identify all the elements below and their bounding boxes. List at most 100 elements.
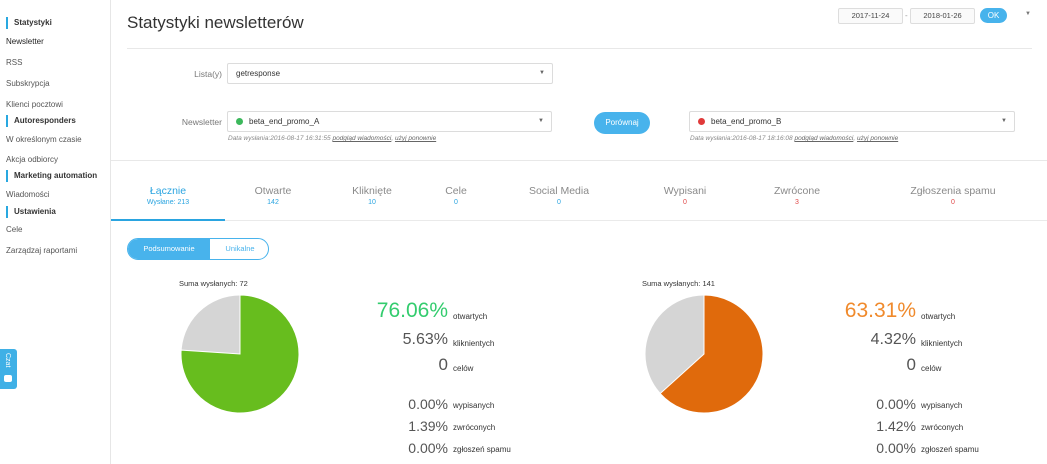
newsletter-b-value: beta_end_promo_B [711, 117, 782, 126]
list-select-value: getresponse [236, 69, 281, 78]
tab-label: Wypisani [663, 185, 707, 197]
tab-label: Otwarte [254, 185, 292, 197]
clicked-percent-b: 4.32% [870, 331, 916, 348]
sidebar-item-zarzadzaj-raportami[interactable]: Zarządzaj raportami [6, 246, 77, 255]
toggle-summary[interactable]: Podsumowanie [128, 239, 210, 259]
chat-tab[interactable]: Czat [0, 349, 17, 389]
send-date-a: Data wysłania:2016-08-17 16:31:55 [228, 135, 331, 142]
sidebar-item-subskrypcja[interactable]: Subskrypcja [6, 79, 50, 88]
tab-zgloszenia-spamu[interactable]: Zgłoszenia spamu 0 [890, 185, 1016, 206]
sidebar-item-wiadomosci[interactable]: Wiadomości [6, 190, 50, 199]
sidebar-section-ustawienia[interactable]: Ustawienia [6, 206, 56, 218]
spam-label-a: zgłoszeń spamu [453, 445, 511, 454]
tab-count: 142 [267, 199, 279, 206]
sidebar-item-newsletter[interactable]: Newsletter [6, 37, 44, 46]
tab-count: Wysłane: 213 [146, 199, 190, 206]
tab-zwrocone[interactable]: Zwrócone 3 [752, 185, 842, 206]
ok-button[interactable]: OK [980, 8, 1007, 23]
tab-cele[interactable]: Cele 0 [423, 185, 489, 206]
chevron-down-icon[interactable]: ▼ [1025, 11, 1031, 17]
bounced-percent-a: 1.39% [408, 418, 448, 434]
open-percent-b: 63.31% [844, 299, 916, 322]
tab-count: 0 [454, 199, 458, 206]
bounced-label-b: zwróconych [921, 423, 964, 432]
tab-lacznie[interactable]: Łącznie Wysłane: 213 [111, 185, 225, 206]
tab-otwarte[interactable]: Otwarte 142 [225, 185, 321, 206]
pie-sum-label-a: Suma wysłanych: 72 [179, 279, 248, 288]
tab-count: 0 [951, 199, 955, 206]
pie-chart-b [644, 294, 764, 414]
tab-social-media[interactable]: Social Media 0 [509, 185, 609, 206]
sidebar-item-klienci[interactable]: Klienci pocztowi [6, 100, 63, 109]
sidebar: Statystyki Newsletter RSS Subskrypcja Kl… [0, 0, 111, 464]
goals-label-a: celów [453, 364, 474, 373]
preview-link-b[interactable]: podgląd wiadomości [794, 135, 853, 142]
newsletter-b-meta: Data wysłania:2016-08-17 18:16:08 podglą… [690, 135, 899, 142]
chat-label: Czat [4, 353, 11, 368]
chevron-down-icon: ▼ [539, 70, 545, 76]
open-percent-a: 76.06% [376, 299, 448, 322]
date-separator: - [905, 11, 908, 20]
open-label-a: otwartych [453, 312, 488, 321]
tab-count: 10 [368, 199, 376, 206]
sidebar-section-statystyki[interactable]: Statystyki [6, 17, 52, 29]
newsletter-b-select[interactable]: beta_end_promo_B ▼ [689, 111, 1015, 132]
goals-value-a: 0 [438, 355, 448, 374]
spam-percent-b: 0.00% [876, 440, 916, 456]
tab-label: Social Media [528, 185, 590, 197]
sidebar-item-cele[interactable]: Cele [6, 225, 22, 234]
tab-wypisani[interactable]: Wypisani 0 [640, 185, 730, 206]
toggle-unique[interactable]: Unikalne [210, 239, 268, 259]
chevron-down-icon: ▼ [538, 118, 544, 124]
divider [111, 160, 1047, 161]
tab-label: Zgłoszenia spamu [910, 185, 996, 197]
compare-button[interactable]: Porównaj [594, 112, 650, 134]
list-select[interactable]: getresponse ▼ [227, 63, 553, 84]
newsletter-a-meta: Data wysłania:2016-08-17 16:31:55 podglą… [228, 135, 437, 142]
tab-klikniete[interactable]: Kliknięte 10 [321, 185, 423, 206]
goals-label-b: celów [921, 364, 942, 373]
unsub-label-a: wypisanych [453, 401, 495, 410]
bounced-label-a: zwróconych [453, 423, 496, 432]
date-from-input[interactable]: 2017-11-24 [838, 8, 903, 24]
goals-value-b: 0 [906, 355, 916, 374]
reuse-link-b[interactable]: użyj ponownie [857, 135, 898, 142]
tab-label: Cele [445, 185, 467, 197]
view-toggle: Podsumowanie Unikalne [127, 238, 269, 260]
tab-label: Kliknięte [352, 185, 392, 197]
unsub-percent-b: 0.00% [876, 396, 916, 412]
chat-icon [4, 375, 12, 382]
sidebar-section-marketing-automation[interactable]: Marketing automation [6, 170, 97, 182]
unsub-percent-a: 0.00% [408, 396, 448, 412]
status-dot-icon [236, 118, 243, 125]
active-tab-indicator [111, 219, 225, 221]
spam-label-b: zgłoszeń spamu [921, 445, 979, 454]
tab-label: Łącznie [149, 185, 187, 197]
tab-label: Zwrócone [773, 185, 821, 197]
reuse-link-a[interactable]: użyj ponownie [395, 135, 436, 142]
clicked-label-a: kliknientych [453, 339, 495, 348]
chevron-down-icon: ▼ [1001, 118, 1007, 124]
divider [127, 48, 1032, 49]
sidebar-section-autoresponders[interactable]: Autoresponders [6, 115, 76, 127]
sidebar-item-rss[interactable]: RSS [6, 58, 22, 67]
tab-count: 0 [683, 199, 687, 206]
spam-percent-a: 0.00% [408, 440, 448, 456]
tab-count: 0 [557, 199, 561, 206]
pie-chart-a [180, 294, 300, 414]
sidebar-item-akcja-odbiorcy[interactable]: Akcja odbiorcy [6, 155, 58, 164]
tab-count: 3 [795, 199, 799, 206]
unsub-label-b: wypisanych [921, 401, 963, 410]
bounced-percent-b: 1.42% [876, 418, 916, 434]
send-date-b: Data wysłania:2016-08-17 18:16:08 [690, 135, 793, 142]
clicked-percent-a: 5.63% [402, 331, 448, 348]
open-label-b: otwartych [921, 312, 956, 321]
date-to-input[interactable]: 2018-01-26 [910, 8, 975, 24]
clicked-label-b: kliknientych [921, 339, 963, 348]
sidebar-item-w-okreslonym-czasie[interactable]: W określonym czasie [6, 135, 82, 144]
newsletter-a-value: beta_end_promo_A [249, 117, 320, 126]
preview-link-a[interactable]: podgląd wiadomości [332, 135, 391, 142]
status-dot-icon [698, 118, 705, 125]
pie-sum-label-b: Suma wysłanych: 141 [642, 279, 715, 288]
newsletter-a-select[interactable]: beta_end_promo_A ▼ [227, 111, 552, 132]
